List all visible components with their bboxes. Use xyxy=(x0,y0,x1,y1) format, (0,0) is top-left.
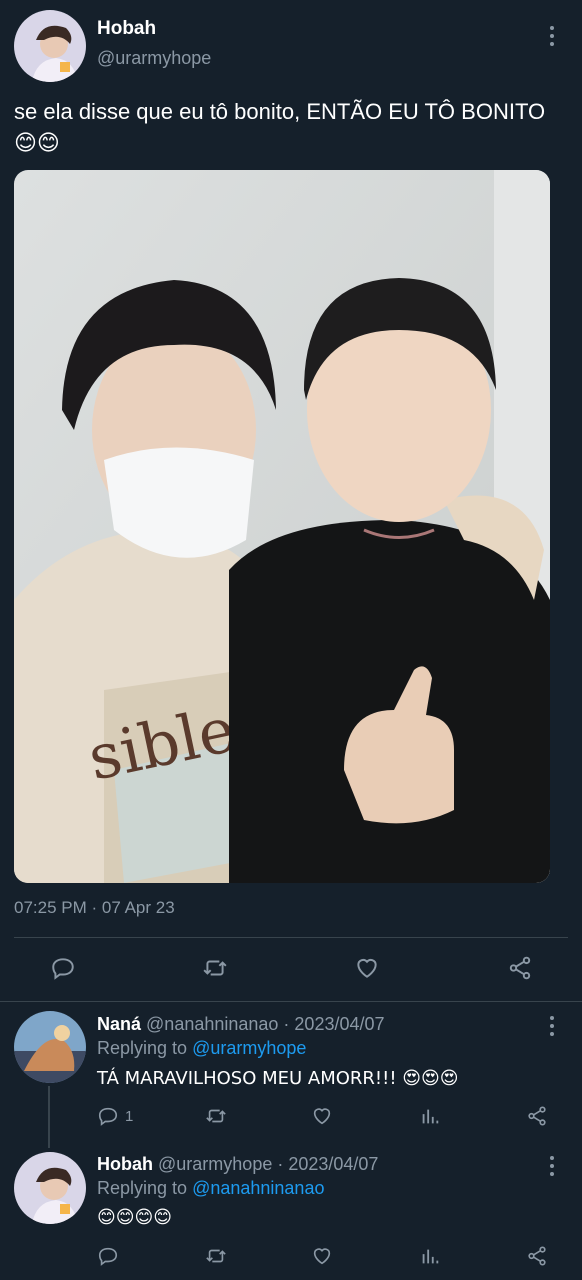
analytics-button[interactable] xyxy=(419,1105,441,1127)
share-button[interactable] xyxy=(507,955,533,981)
replying-to-label: Replying to xyxy=(97,1038,188,1058)
reply-button[interactable] xyxy=(97,1245,125,1267)
avatar[interactable] xyxy=(14,1152,86,1224)
more-options-icon[interactable] xyxy=(542,1014,562,1038)
avatar[interactable] xyxy=(14,10,86,82)
replying-to: Replying to @nanahninanao xyxy=(97,1178,324,1199)
reply-button[interactable]: 1 xyxy=(97,1105,133,1127)
reply-header: Hobah @urarmyhope · 2023/04/07 xyxy=(97,1154,378,1175)
author-name[interactable]: Hobah xyxy=(97,18,156,40)
reply-text: 😊😊😊😊 xyxy=(97,1207,173,1228)
tweet-timestamp: 07:25 PM · 07 Apr 23 xyxy=(14,898,175,917)
author-name[interactable]: Hobah xyxy=(97,1154,153,1174)
share-icon xyxy=(509,956,531,980)
reply-button[interactable] xyxy=(50,955,76,981)
reply-icon xyxy=(98,1107,118,1126)
more-options-icon[interactable] xyxy=(542,24,562,48)
heart-icon xyxy=(313,1248,331,1265)
retweet-button[interactable] xyxy=(201,955,229,981)
author-meta[interactable]: @nanahninanao · 2023/04/07 xyxy=(146,1014,384,1034)
heart-icon xyxy=(357,958,377,978)
reply-count: 1 xyxy=(125,1107,134,1125)
replying-to: Replying to @urarmyhope xyxy=(97,1038,306,1059)
author-handle[interactable]: @urarmyhope xyxy=(97,48,211,69)
reply-text: TÁ MARAVILHOSO MEU AMORR!!! 😍😍😍 xyxy=(97,1068,459,1089)
retweet-icon xyxy=(203,960,227,976)
reply-icon xyxy=(52,958,74,980)
divider xyxy=(0,1001,582,1002)
retweet-icon xyxy=(206,1249,226,1263)
replying-to-label: Replying to xyxy=(97,1178,188,1198)
share-icon xyxy=(528,1246,546,1266)
analytics-icon xyxy=(422,1109,439,1124)
divider xyxy=(14,937,568,938)
thread-line xyxy=(48,1086,50,1148)
retweet-button[interactable] xyxy=(204,1245,228,1267)
replying-to-link[interactable]: @urarmyhope xyxy=(192,1038,306,1058)
retweet-button[interactable] xyxy=(204,1105,228,1127)
analytics-icon xyxy=(422,1249,439,1264)
tweet-text: se ela disse que eu tô bonito, ENTÃO EU … xyxy=(14,99,546,155)
retweet-icon xyxy=(206,1109,226,1123)
like-button[interactable] xyxy=(311,1105,333,1127)
like-button[interactable] xyxy=(311,1245,333,1267)
share-icon xyxy=(528,1106,546,1126)
share-button[interactable] xyxy=(526,1105,548,1127)
author-meta[interactable]: @urarmyhope · 2023/04/07 xyxy=(158,1154,378,1174)
author-name[interactable]: Naná xyxy=(97,1014,141,1034)
more-options-icon[interactable] xyxy=(542,1154,562,1178)
heart-icon xyxy=(313,1108,331,1125)
replying-to-link[interactable]: @nanahninanao xyxy=(192,1178,324,1198)
like-button[interactable] xyxy=(354,955,380,981)
share-button[interactable] xyxy=(526,1245,548,1267)
reply-header: Naná @nanahninanao · 2023/04/07 xyxy=(97,1014,385,1035)
tweet-photo[interactable]: sible xyxy=(14,170,550,883)
analytics-button[interactable] xyxy=(419,1245,441,1267)
avatar[interactable] xyxy=(14,1011,86,1083)
reply-icon xyxy=(98,1247,118,1266)
